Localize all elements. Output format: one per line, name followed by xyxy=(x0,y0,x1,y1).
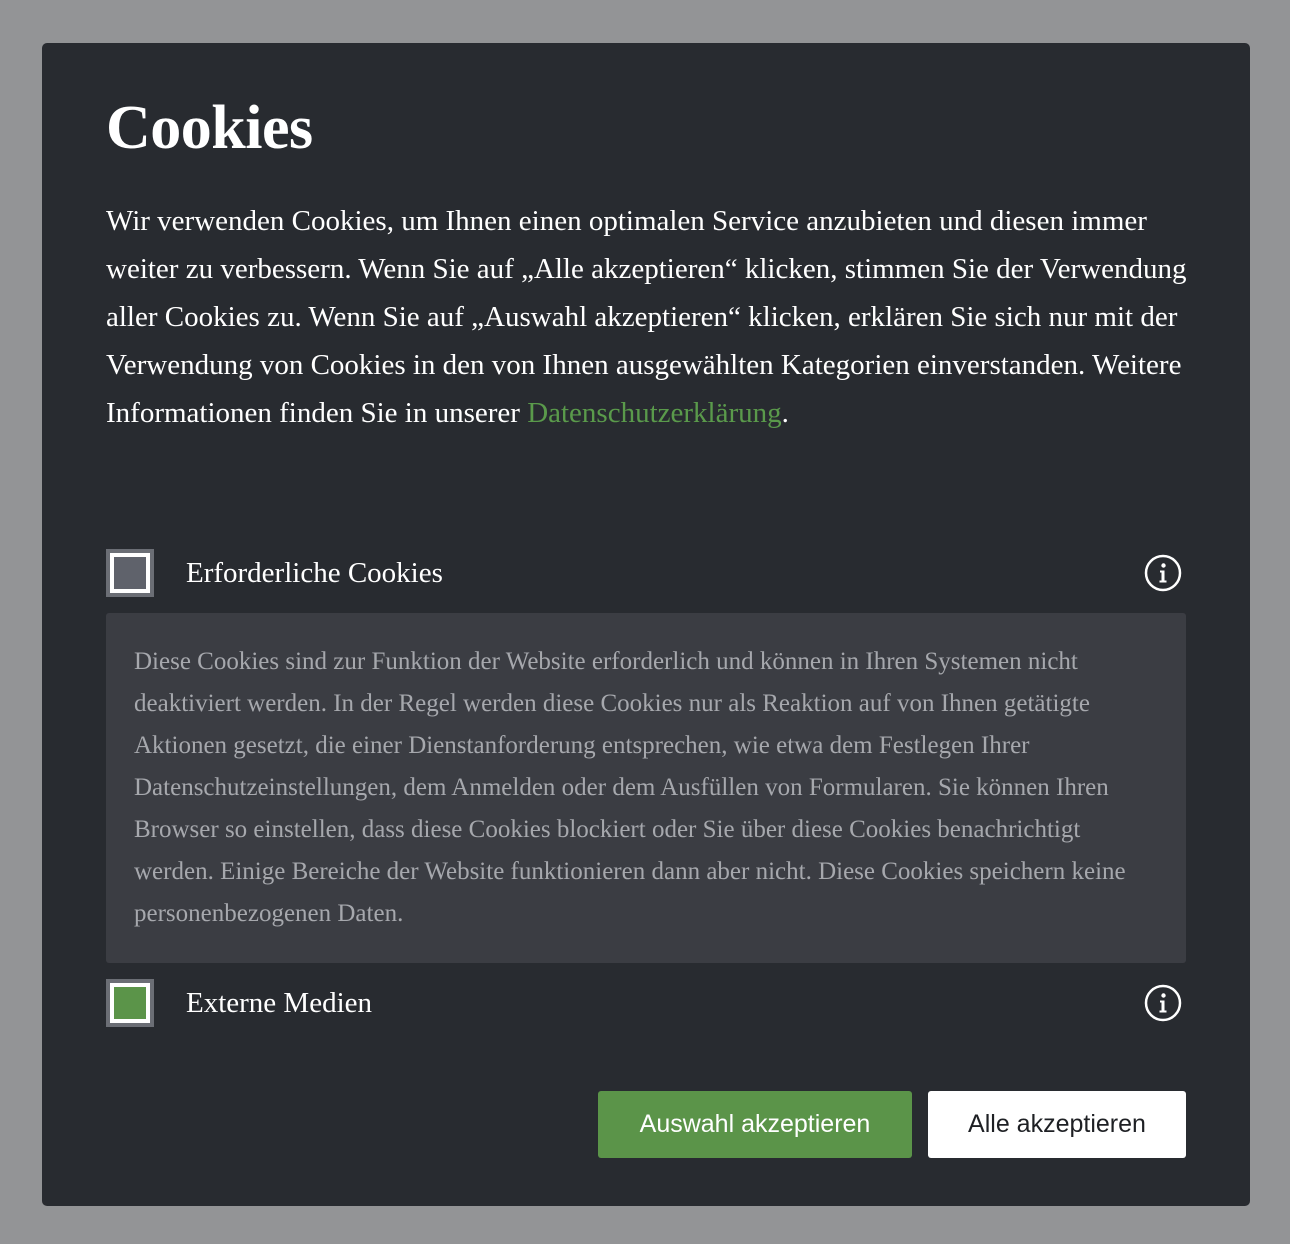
accept-all-button[interactable]: Alle akzeptieren xyxy=(928,1091,1186,1158)
intro-text: Wir verwenden Cookies, um Ihnen einen op… xyxy=(106,197,1196,437)
info-circle-icon[interactable] xyxy=(1144,984,1182,1022)
dialog-title: Cookies xyxy=(106,94,313,162)
required-cookies-description-text: Diese Cookies sind zur Funktion der Webs… xyxy=(134,648,1126,927)
intro-end: . xyxy=(781,397,789,429)
accept-selection-button[interactable]: Auswahl akzeptieren xyxy=(598,1091,912,1158)
cookie-consent-dialog: Cookies Wir verwenden Cookies, um Ihnen … xyxy=(42,43,1250,1206)
required-cookies-checkbox[interactable] xyxy=(106,549,154,597)
checkbox-fill xyxy=(114,557,146,589)
required-cookies-description: Diese Cookies sind zur Funktion der Webs… xyxy=(106,613,1186,963)
required-cookies-label: Erforderliche Cookies xyxy=(186,557,443,589)
info-circle-svg xyxy=(1144,984,1182,1022)
intro-body: Wir verwenden Cookies, um Ihnen einen op… xyxy=(106,205,1187,429)
privacy-policy-link[interactable]: Datenschutzerklärung xyxy=(527,397,781,429)
category-required-cookies: Erforderliche Cookies xyxy=(106,549,1182,597)
info-circle-icon[interactable] xyxy=(1144,554,1182,592)
checkbox-fill xyxy=(114,987,146,1019)
info-circle-svg xyxy=(1144,554,1182,592)
external-media-label: Externe Medien xyxy=(186,987,373,1019)
category-external-media: Externe Medien xyxy=(106,979,1182,1027)
external-media-checkbox[interactable] xyxy=(106,979,154,1027)
